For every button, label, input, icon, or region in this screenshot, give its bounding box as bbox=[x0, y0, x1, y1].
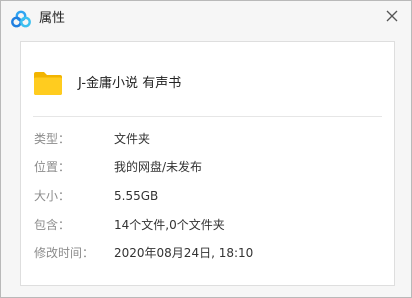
properties-dialog: 属性 J-金庸小说 有声书 类型： 文件夹 位置： 我的网盘/未发布 大小： 5… bbox=[0, 0, 412, 298]
properties-panel: J-金庸小说 有声书 类型： 文件夹 位置： 我的网盘/未发布 大小： 5.55… bbox=[20, 41, 395, 286]
property-row-location: 位置： 我的网盘/未发布 bbox=[21, 158, 394, 176]
property-label: 类型： bbox=[34, 132, 71, 146]
property-label: 包含： bbox=[34, 218, 71, 232]
property-row-type: 类型： 文件夹 bbox=[21, 130, 394, 148]
property-value: 14个文件,0个文件夹 bbox=[114, 218, 225, 232]
close-button[interactable] bbox=[381, 5, 403, 27]
property-value: 5.55GB bbox=[114, 189, 159, 203]
property-value: 我的网盘/未发布 bbox=[114, 160, 203, 174]
title-bar: 属性 bbox=[1, 1, 411, 37]
divider bbox=[33, 116, 382, 117]
folder-icon bbox=[33, 70, 63, 96]
property-row-contains: 包含： 14个文件,0个文件夹 bbox=[21, 216, 394, 234]
folder-name: J-金庸小说 有声书 bbox=[78, 76, 182, 91]
close-icon bbox=[386, 10, 398, 22]
dialog-title: 属性 bbox=[39, 11, 66, 26]
property-value: 2020年08月24日, 18:10 bbox=[114, 246, 254, 260]
property-label: 大小： bbox=[34, 189, 71, 203]
property-value: 文件夹 bbox=[114, 132, 151, 146]
baidu-netdisk-cloud-icon bbox=[11, 10, 31, 28]
property-label: 修改时间： bbox=[34, 246, 95, 260]
property-row-modified: 修改时间： 2020年08月24日, 18:10 bbox=[21, 244, 394, 262]
property-label: 位置： bbox=[34, 160, 71, 174]
property-row-size: 大小： 5.55GB bbox=[21, 187, 394, 205]
